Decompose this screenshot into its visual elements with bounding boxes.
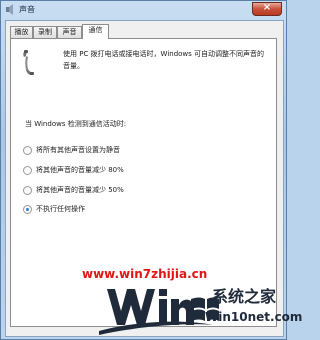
phone-icon [23, 50, 34, 75]
option-label: 将所有其他声音设置为静音 [36, 146, 120, 154]
tab-label: 声音 [62, 28, 77, 36]
radio-button[interactable] [23, 166, 32, 175]
detection-question: 当 Windows 检测到通信活动时: [25, 120, 127, 128]
tab-label: 播放 [14, 28, 29, 36]
option-label: 将其他声音的音量减少 80% [36, 166, 124, 174]
radio-button[interactable] [23, 186, 32, 195]
tab-recording[interactable]: 录制 [33, 26, 57, 38]
watermark-site: Win10net.com [205, 310, 303, 324]
title-bar[interactable]: 声音 × [1, 1, 286, 19]
close-icon: × [262, 2, 272, 13]
option-label: 不执行任何操作 [36, 205, 85, 213]
watermark-brand: 系统之家 [212, 287, 277, 306]
close-button[interactable]: × [252, 2, 282, 16]
tab-playback[interactable]: 播放 [10, 26, 33, 38]
tab-sounds[interactable]: 声音 [57, 26, 82, 38]
watermark-url: www.win7zhijia.cn [82, 267, 208, 281]
radio-button-selected[interactable] [23, 205, 32, 214]
tab-communications[interactable]: 通信 [82, 24, 109, 39]
option-label: 将其他声音的音量减少 50% [36, 186, 124, 194]
communications-description: 使用 PC 拨打电话或接电话时，Windows 可自动调整不同声音的音量。 [63, 50, 265, 70]
radio-button[interactable] [23, 146, 32, 155]
speaker-icon [6, 4, 13, 15]
tab-label: 通信 [88, 26, 103, 34]
tab-label: 录制 [38, 28, 52, 36]
window-title: 声音 [19, 5, 35, 14]
